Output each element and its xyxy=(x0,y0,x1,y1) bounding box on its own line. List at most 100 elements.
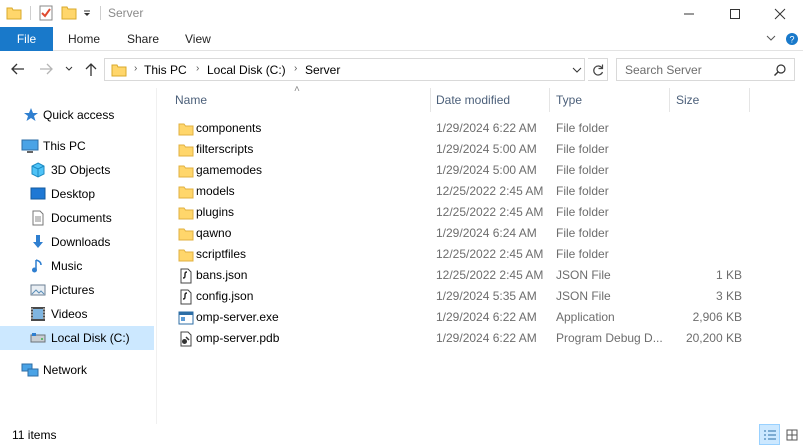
file-name: omp-server.pdb xyxy=(196,331,280,345)
file-row[interactable]: models 12/25/2022 2:45 AM File folder xyxy=(170,181,760,202)
sidebar-item-music[interactable]: Music xyxy=(0,254,154,278)
json-file-icon xyxy=(178,289,194,305)
desktop-icon xyxy=(30,186,46,202)
column-header-type[interactable]: Type xyxy=(556,93,582,107)
music-icon xyxy=(30,258,46,274)
help-icon[interactable]: ? xyxy=(785,32,799,49)
file-row[interactable]: omp-server.pdb 1/29/2024 6:22 AM Program D… xyxy=(170,328,760,349)
file-name: filterscripts xyxy=(196,142,254,156)
file-name: bans.json xyxy=(196,268,248,282)
chevron-right-icon[interactable]: › xyxy=(134,63,137,74)
breadcrumb-this-pc[interactable]: This PC xyxy=(144,63,187,77)
breadcrumb-server[interactable]: Server xyxy=(305,63,340,77)
star-icon xyxy=(23,107,39,123)
file-size: 3 KB xyxy=(715,289,742,303)
file-row[interactable]: omp-server.exe 1/29/2024 6:22 AM Applicati… xyxy=(170,307,760,328)
search-placeholder: Search Server xyxy=(625,63,702,77)
file-type: File folder xyxy=(556,163,609,177)
file-name: qawno xyxy=(196,226,232,240)
breadcrumb-local-disk[interactable]: Local Disk (C:) xyxy=(207,63,286,77)
details-view-button[interactable] xyxy=(759,424,780,445)
search-input[interactable]: Search Server xyxy=(616,58,795,81)
tab-view[interactable]: View xyxy=(185,27,211,51)
file-type: File folder xyxy=(556,121,609,135)
sidebar-item-3d-objects[interactable]: 3D Objects xyxy=(0,158,154,182)
sidebar-item-local-disk[interactable]: Local Disk (C:) xyxy=(0,326,154,350)
column-header-size[interactable]: Size xyxy=(676,93,699,107)
back-arrow-icon[interactable] xyxy=(10,61,26,80)
item-count: 11 items xyxy=(12,428,57,442)
file-size: 2,906 KB xyxy=(692,310,742,324)
sidebar-item-downloads[interactable]: Downloads xyxy=(0,230,154,254)
close-button[interactable] xyxy=(757,0,803,27)
file-row[interactable]: config.json 1/29/2024 5:35 AM JSON File 3 K… xyxy=(170,286,760,307)
tab-share[interactable]: Share xyxy=(127,27,159,51)
tab-home[interactable]: Home xyxy=(68,27,100,51)
sidebar-item-documents[interactable]: Documents xyxy=(0,206,154,230)
folder-icon xyxy=(178,121,194,137)
refresh-icon xyxy=(592,64,603,76)
sidebar-item-desktop[interactable]: Desktop xyxy=(0,182,154,206)
sidebar-item-this-pc[interactable]: This PC xyxy=(0,134,154,158)
file-row[interactable]: qawno 1/29/2024 6:24 AM File folder xyxy=(170,223,760,244)
file-row[interactable]: plugins 12/25/2022 2:45 AM File folder xyxy=(170,202,760,223)
forward-arrow-icon[interactable] xyxy=(38,61,54,80)
navigation-bar: › This PC › Local Disk (C:) › Server Sea… xyxy=(0,51,803,88)
column-separator[interactable] xyxy=(430,88,431,112)
file-date-modified: 1/29/2024 6:22 AM xyxy=(436,310,537,324)
status-bar: 11 items xyxy=(0,424,803,446)
folder-icon xyxy=(178,184,194,200)
file-date-modified: 1/29/2024 5:00 AM xyxy=(436,142,537,156)
properties-icon[interactable] xyxy=(38,5,54,24)
customize-quick-access-icon[interactable] xyxy=(82,5,92,24)
sidebar-item-quick-access[interactable]: Quick access xyxy=(0,103,154,127)
navigation-pane: Quick access This PC 3D Objects Desktop … xyxy=(0,88,156,424)
folder-icon xyxy=(178,142,194,158)
tab-file[interactable]: File xyxy=(0,27,53,51)
up-arrow-icon[interactable] xyxy=(83,61,99,80)
column-separator[interactable] xyxy=(549,88,550,112)
file-type: Application xyxy=(556,310,615,324)
large-icons-view-button[interactable] xyxy=(781,424,802,445)
file-date-modified: 1/29/2024 5:35 AM xyxy=(436,289,537,303)
refresh-button[interactable] xyxy=(588,58,608,81)
folder-icon xyxy=(178,247,194,263)
file-type: File folder xyxy=(556,247,609,261)
column-header-date[interactable]: Date modified xyxy=(436,93,510,107)
file-name: scriptfiles xyxy=(196,247,247,261)
file-row[interactable]: components 1/29/2024 6:22 AM File folder xyxy=(170,118,760,139)
sidebar-item-pictures[interactable]: Pictures xyxy=(0,278,154,302)
file-name: plugins xyxy=(196,205,235,219)
sidebar-item-label: This PC xyxy=(43,139,86,153)
file-row[interactable]: filterscripts 1/29/2024 5:00 AM File folde… xyxy=(170,139,760,160)
ribbon-tabs: File Home Share View ? xyxy=(0,27,803,51)
file-row[interactable]: gamemodes 1/29/2024 5:00 AM File folder xyxy=(170,160,760,181)
window-title: Server xyxy=(108,6,144,20)
search-icon[interactable] xyxy=(773,63,787,80)
recent-locations-icon[interactable] xyxy=(64,61,74,80)
column-separator[interactable] xyxy=(749,88,750,112)
file-row[interactable]: scriptfiles 12/25/2022 2:45 AM File folder xyxy=(170,244,760,265)
file-type: JSON File xyxy=(556,289,611,303)
file-date-modified: 12/25/2022 2:45 AM xyxy=(436,205,544,219)
pane-divider[interactable] xyxy=(156,88,157,424)
address-bar[interactable]: › This PC › Local Disk (C:) › Server xyxy=(104,58,585,81)
file-list: ˄ Name Date modified Type Size component… xyxy=(160,84,803,424)
file-type: File folder xyxy=(556,184,609,198)
minimize-button[interactable] xyxy=(666,0,712,27)
file-date-modified: 12/25/2022 2:45 AM xyxy=(436,268,544,282)
maximize-button[interactable] xyxy=(712,0,758,27)
folder-icon xyxy=(6,5,22,24)
sidebar-item-videos[interactable]: Videos xyxy=(0,302,154,326)
sidebar-item-network[interactable]: Network xyxy=(0,358,154,382)
chevron-down-icon[interactable] xyxy=(572,63,582,80)
chevron-right-icon[interactable]: › xyxy=(294,63,297,74)
chevron-right-icon[interactable]: › xyxy=(196,63,199,74)
column-separator[interactable] xyxy=(669,88,670,112)
column-header-name[interactable]: Name xyxy=(175,93,207,107)
file-date-modified: 1/29/2024 6:24 AM xyxy=(436,226,537,240)
expand-ribbon-icon[interactable] xyxy=(765,32,777,47)
file-row[interactable]: bans.json 12/25/2022 2:45 AM JSON File 1 KB xyxy=(170,265,760,286)
new-folder-icon[interactable] xyxy=(61,5,77,24)
sidebar-item-label: Documents xyxy=(51,211,112,225)
